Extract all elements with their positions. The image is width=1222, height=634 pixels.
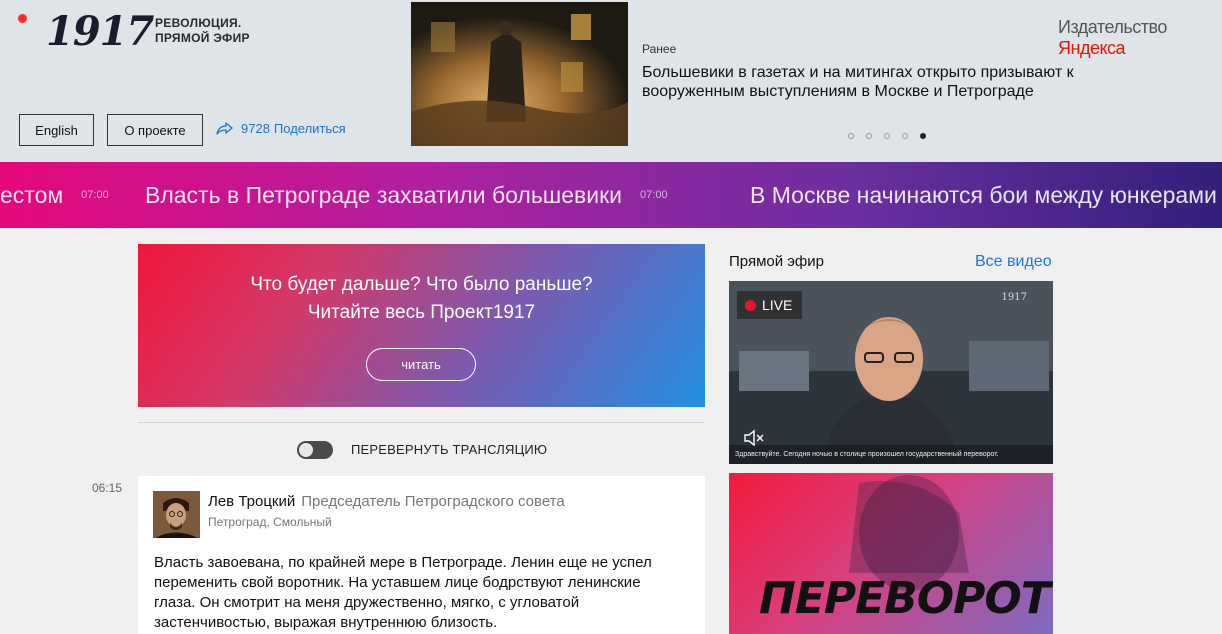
reverse-feed-label: ПЕРЕВЕРНУТЬ ТРАНСЛЯЦИЮ	[351, 442, 548, 457]
poster-banner[interactable]: ПЕРЕВОРОТ	[729, 473, 1053, 634]
english-button[interactable]: English	[19, 114, 94, 146]
publisher-prefix: Издательство	[1058, 17, 1167, 37]
header: 1917 РЕВОЛЮЦИЯ. ПРЯМОЙ ЭФИР English О пр…	[0, 0, 1222, 162]
reverse-feed-toggle[interactable]	[297, 441, 333, 459]
live-video-player[interactable]: LIVE 1917 Здравствуйте. Сегодня ночью в …	[729, 281, 1053, 464]
share-icon	[216, 122, 233, 135]
featured-news-label: Ранее	[642, 42, 677, 56]
ticker-time: 07:00	[640, 189, 668, 201]
poster-title: ПЕРЕВОРОТ	[759, 573, 1051, 624]
logo[interactable]: 1917	[46, 8, 154, 55]
about-project-button[interactable]: О проекте	[107, 114, 203, 146]
carousel-dots	[848, 133, 926, 139]
promo-banner: Что будет дальше? Что было раньше? Читай…	[138, 244, 705, 407]
logo-subtitle-line1: РЕВОЛЮЦИЯ.	[155, 16, 242, 30]
ticker-item[interactable]: естом 07:00	[0, 162, 109, 228]
carousel-dot[interactable]	[866, 133, 872, 139]
featured-news-image[interactable]	[411, 2, 628, 146]
post-text: Власть завоевана, по крайней мере в Петр…	[154, 554, 652, 631]
video-caption: Здравствуйте. Сегодня ночью в столице пр…	[735, 451, 999, 458]
promo-line2: Читайте весь Проект1917	[307, 302, 536, 323]
news-ticker: естом 07:00 Власть в Петрограде захватил…	[0, 162, 1222, 228]
live-indicator-dot	[18, 14, 27, 23]
author-name[interactable]: Лев Троцкий	[208, 493, 295, 510]
carousel-dot-active[interactable]	[920, 133, 926, 139]
live-label: LIVE	[762, 297, 793, 313]
ticker-item[interactable]: В Москве начинаются бои между юнкерами	[750, 162, 1217, 228]
author-role: Председатель Петроградского совета	[301, 493, 565, 510]
ticker-item[interactable]: Власть в Петрограде захватили большевики…	[145, 162, 668, 228]
avatar[interactable]	[153, 491, 200, 538]
ticker-text: В Москве начинаются бои между юнкерами	[750, 181, 1217, 208]
featured-news-title[interactable]: Большевики в газетах и на митингах откры…	[642, 63, 1142, 101]
ticker-text: естом	[0, 181, 64, 208]
carousel-dot[interactable]	[902, 133, 908, 139]
logo-subtitle: РЕВОЛЮЦИЯ. ПРЯМОЙ ЭФИР	[155, 16, 250, 46]
carousel-dot[interactable]	[848, 133, 854, 139]
post-location: Петроград, Смольный	[208, 515, 332, 529]
carousel-dot[interactable]	[884, 133, 890, 139]
promo-line1: Что будет дальше? Что было раньше?	[250, 274, 593, 295]
mute-icon[interactable]	[743, 429, 765, 452]
share-count: 9728	[241, 121, 270, 136]
post-time: 06:15	[92, 481, 123, 495]
sidebar-title: Прямой эфир	[729, 253, 824, 270]
feed-post: Лев Троцкий Председатель Петроградского с…	[138, 476, 705, 634]
read-button[interactable]: читать	[366, 348, 476, 381]
post-author: Лев Троцкий Председатель Петроградского с…	[208, 493, 565, 510]
share-label: Поделиться	[273, 121, 346, 136]
publisher-logo[interactable]: Издательство Яндекса	[1058, 17, 1222, 59]
share-button[interactable]: 9728 Поделиться	[216, 121, 346, 136]
all-videos-link[interactable]: Все видео	[975, 253, 1052, 271]
live-dot-icon	[745, 299, 756, 311]
logo-subtitle-line2: ПРЯМОЙ ЭФИР	[155, 31, 250, 45]
toggle-knob	[299, 443, 313, 457]
divider	[138, 422, 705, 423]
ticker-text: Власть в Петрограде захватили большевики	[145, 181, 623, 208]
publisher-brand: Яндекса	[1058, 38, 1126, 58]
live-badge: LIVE	[737, 291, 803, 319]
ticker-time: 07:00	[81, 189, 109, 201]
video-channel-logo: 1917	[1001, 292, 1027, 303]
